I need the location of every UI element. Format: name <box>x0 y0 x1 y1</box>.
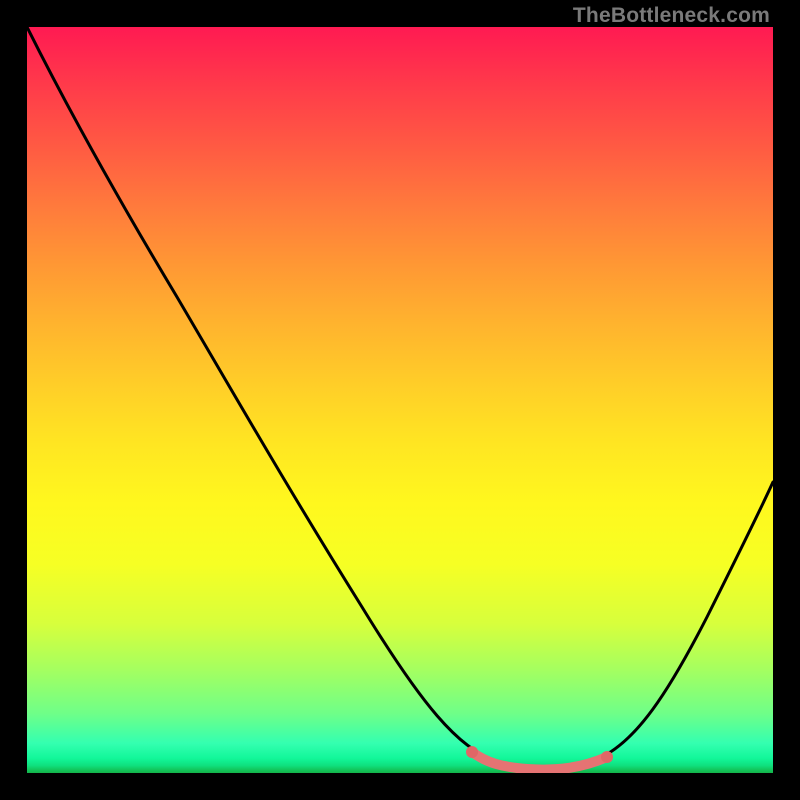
chart-frame: TheBottleneck.com <box>0 0 800 800</box>
curve-path <box>27 27 773 767</box>
optimal-highlight <box>472 752 607 770</box>
watermark: TheBottleneck.com <box>573 4 770 28</box>
optimal-dot-left <box>466 746 478 758</box>
plot-area <box>27 27 773 773</box>
optimal-dot-right <box>601 751 613 763</box>
bottleneck-curve <box>27 27 773 773</box>
